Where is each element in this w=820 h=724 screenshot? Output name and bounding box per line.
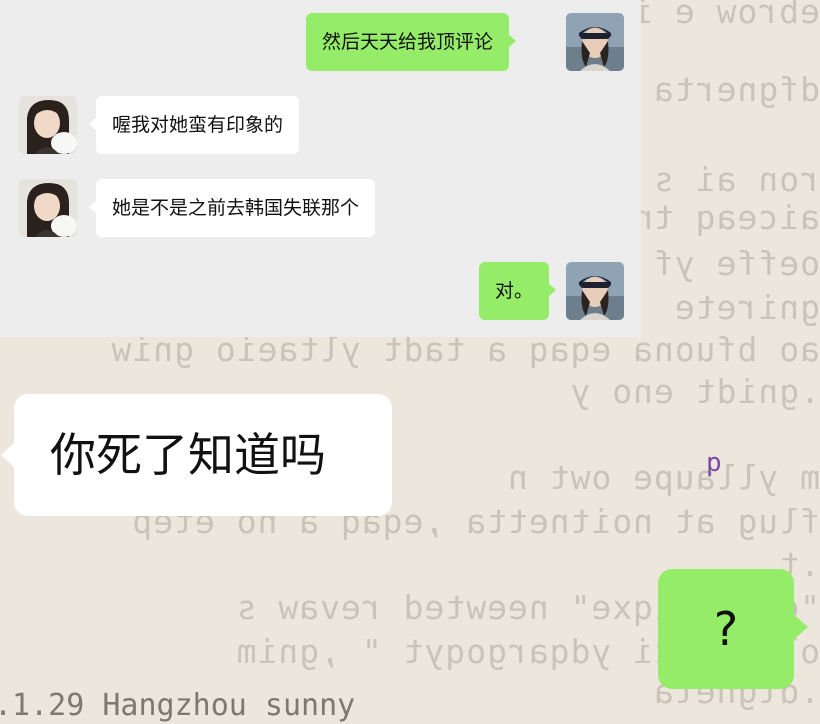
message-bubble-received[interactable]: 喔我对她蛮有印象的 (88, 96, 300, 154)
avatar-girl-long-hair[interactable] (19, 179, 77, 237)
avatar-girl-long-hair[interactable] (19, 96, 77, 154)
message-bubble-sent[interactable]: 然后天天给我顶评论 (306, 13, 517, 71)
chat-panel: 然后天天给我顶评论 喔我对她蛮有印象的 她是不是之前去韩国失联那个 对。 (0, 0, 641, 337)
background-letter-p: p (706, 448, 722, 478)
message-bubble-received[interactable]: 她是不是之前去韩国失联那个 (88, 179, 376, 237)
message-bubble-sent[interactable]: 对。 (479, 262, 557, 320)
avatar-cap-girl[interactable] (566, 13, 624, 71)
large-sent-bubble[interactable]: ? (658, 569, 808, 689)
avatar-cap-girl[interactable] (566, 262, 624, 320)
large-received-bubble[interactable]: 你死了知道吗 (1, 394, 392, 516)
background-caption: .1.29 Hangzhou sunny (0, 688, 356, 723)
